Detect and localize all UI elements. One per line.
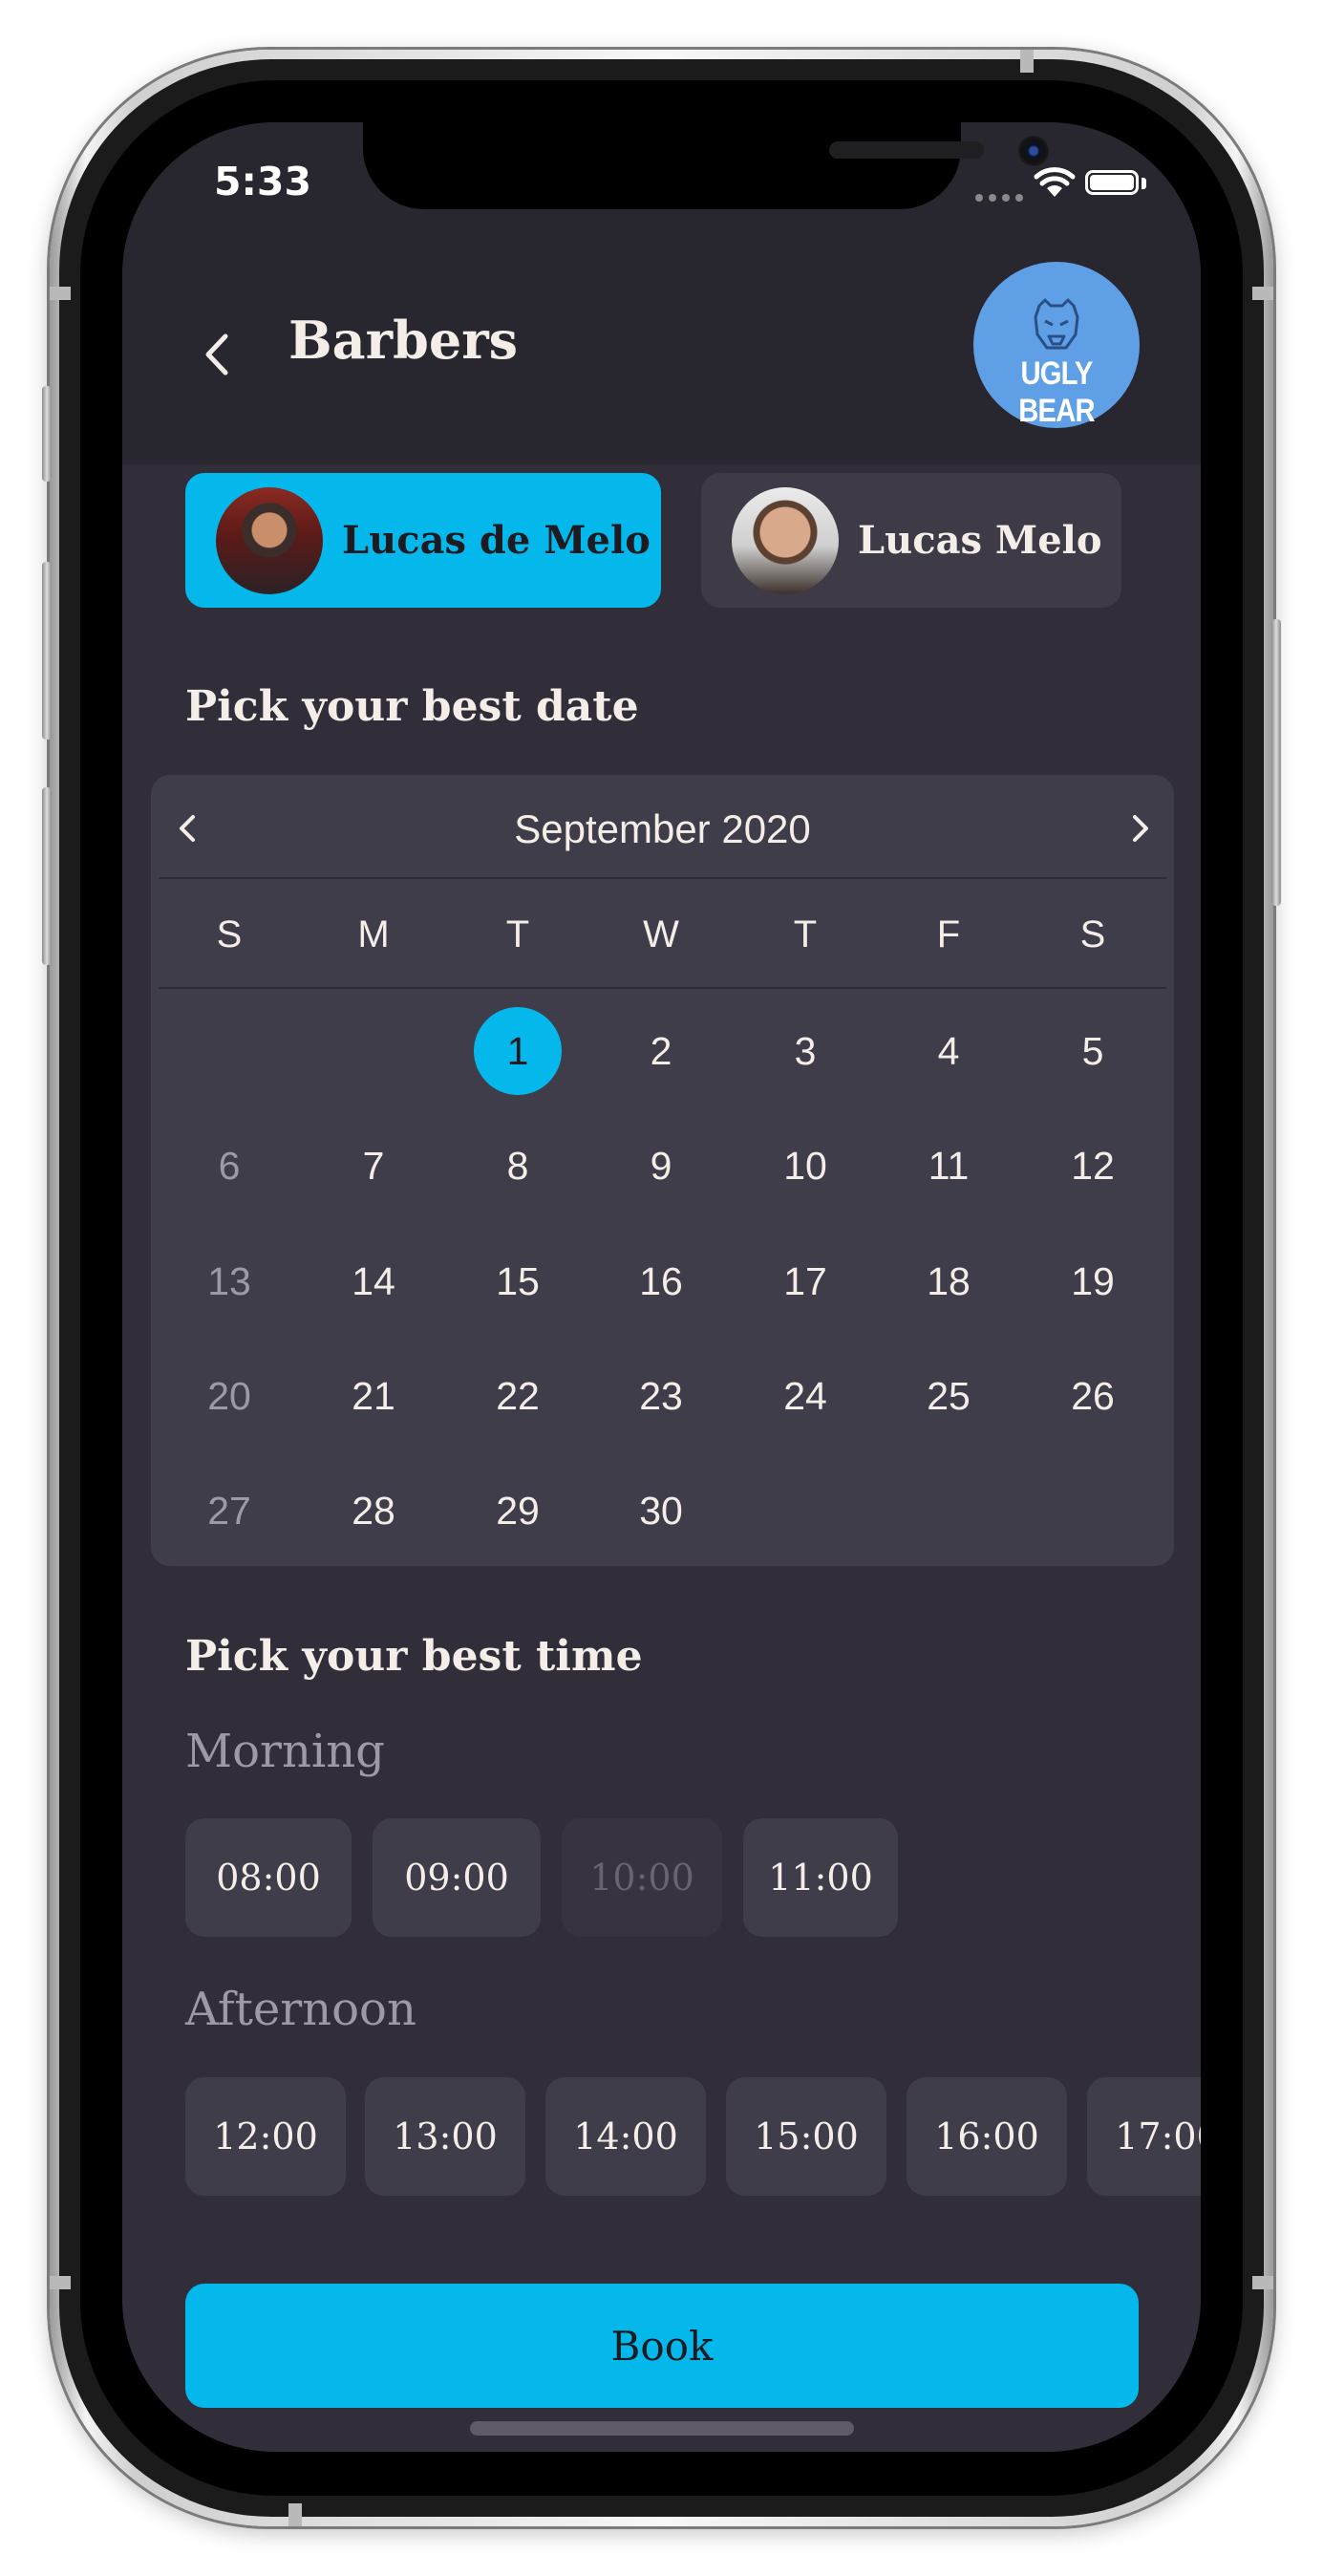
speaker-grille <box>829 141 984 159</box>
cellular-signal-icon <box>975 194 1023 202</box>
battery-icon <box>1085 170 1139 195</box>
antenna-line <box>1252 287 1273 300</box>
barber-name: Lucas de Melo <box>342 518 651 563</box>
calendar-day[interactable]: 27 <box>181 1463 277 1558</box>
afternoon-label: Afternoon <box>185 1983 416 2036</box>
calendar-day[interactable]: 6 <box>181 1118 277 1213</box>
weekday-header: M <box>357 912 390 955</box>
barber-chip-lucas-de-melo[interactable]: Lucas de Melo <box>185 473 661 608</box>
volume-up-button <box>42 562 52 740</box>
notch <box>363 122 1049 209</box>
calendar-day[interactable]: 11 <box>901 1118 996 1213</box>
calendar-month-year: September 2020 <box>151 806 1174 852</box>
time-slot[interactable]: 17:00 <box>1087 2077 1201 2196</box>
weekday-header: F <box>936 912 961 955</box>
book-button[interactable]: Book <box>185 2284 1139 2408</box>
calendar-year: 2020 <box>721 806 811 851</box>
calendar-day[interactable]: 7 <box>326 1118 421 1213</box>
barber-avatar <box>732 486 839 594</box>
calendar-day[interactable]: 8 <box>470 1118 565 1213</box>
home-indicator <box>470 2421 854 2436</box>
calendar-day[interactable]: 15 <box>470 1234 565 1329</box>
calendar-day[interactable]: 18 <box>901 1234 996 1329</box>
weekday-header: S <box>1079 912 1106 955</box>
wifi-icon <box>1034 167 1076 197</box>
calendar-day[interactable]: 24 <box>758 1348 853 1444</box>
time-slot[interactable]: 15:00 <box>726 2077 886 2196</box>
weekday-header: T <box>793 912 818 955</box>
calendar-day[interactable]: 29 <box>470 1463 565 1558</box>
calendar-day[interactable]: 25 <box>901 1348 996 1444</box>
time-slot[interactable]: 13:00 <box>365 2077 525 2196</box>
antenna-line <box>288 2503 302 2526</box>
calendar: September 2020 S M T W T F S 1 2 3 4 5 6 7 8 9 10 11 12 13 1… <box>151 775 1174 1566</box>
calendar-divider <box>159 877 1166 879</box>
morning-label: Morning <box>185 1725 385 1778</box>
back-chevron-icon[interactable] <box>197 329 237 380</box>
time-slot[interactable]: 09:00 <box>373 1818 541 1937</box>
power-button <box>1271 619 1281 906</box>
status-time: 5:33 <box>214 159 311 204</box>
calendar-day[interactable]: 10 <box>758 1118 853 1213</box>
time-slot[interactable]: 12:00 <box>185 2077 346 2196</box>
weekday-header: T <box>505 912 530 955</box>
volume-down-button <box>42 787 52 965</box>
time-slot[interactable]: 11:00 <box>743 1818 898 1937</box>
time-slot[interactable]: 08:00 <box>185 1818 352 1937</box>
bear-face-icon <box>1034 298 1079 350</box>
calendar-day[interactable]: 2 <box>613 1003 709 1099</box>
calendar-day[interactable]: 13 <box>181 1234 277 1329</box>
next-month-chevron-icon[interactable] <box>1121 809 1160 848</box>
calendar-day[interactable]: 19 <box>1045 1234 1141 1329</box>
calendar-day[interactable]: 12 <box>1045 1118 1141 1213</box>
calendar-day[interactable]: 14 <box>326 1234 421 1329</box>
calendar-day[interactable]: 9 <box>613 1118 709 1213</box>
barber-name: Lucas Melo <box>858 518 1102 563</box>
date-section-title: Pick your best date <box>185 682 639 731</box>
time-slot: 10:00 <box>562 1818 722 1937</box>
calendar-day[interactable]: 30 <box>613 1463 709 1558</box>
front-camera <box>1018 136 1049 166</box>
weekday-header: S <box>216 912 243 955</box>
antenna-line <box>50 2276 71 2289</box>
antenna-line <box>50 287 71 300</box>
barber-chip-lucas-melo[interactable]: Lucas Melo <box>701 473 1121 608</box>
calendar-day[interactable]: 16 <box>613 1234 709 1329</box>
time-section-title: Pick your best time <box>185 1632 643 1681</box>
calendar-day[interactable]: 3 <box>758 1003 853 1099</box>
calendar-day[interactable]: 22 <box>470 1348 565 1444</box>
calendar-day[interactable]: 23 <box>613 1348 709 1444</box>
battery-tip-icon <box>1142 178 1146 189</box>
calendar-day[interactable]: 17 <box>758 1234 853 1329</box>
barber-avatar <box>216 486 323 594</box>
antenna-line <box>1020 50 1034 73</box>
calendar-month: September <box>514 806 711 851</box>
calendar-day[interactable]: 20 <box>181 1348 277 1444</box>
time-slot[interactable]: 14:00 <box>545 2077 706 2196</box>
logo-text: UGLY BEAR <box>1018 355 1095 429</box>
ugly-bear-logo[interactable]: UGLY BEAR <box>973 262 1140 429</box>
page-title: Barbers <box>288 310 519 371</box>
antenna-line <box>1252 2276 1273 2289</box>
calendar-day[interactable]: 28 <box>326 1463 421 1558</box>
time-slot[interactable]: 16:00 <box>907 2077 1067 2196</box>
calendar-day[interactable]: 4 <box>901 1003 996 1099</box>
calendar-divider <box>159 987 1166 989</box>
weekday-header: W <box>643 912 679 955</box>
calendar-day-selected[interactable]: 1 <box>474 1007 562 1095</box>
app-screen: 5:33 Barbers UGLY BEAR Lucas de Melo Luc… <box>122 122 1201 2452</box>
calendar-day[interactable]: 21 <box>326 1348 421 1444</box>
calendar-day[interactable]: 26 <box>1045 1348 1141 1444</box>
calendar-day[interactable]: 5 <box>1045 1003 1141 1099</box>
mute-switch <box>42 386 52 482</box>
